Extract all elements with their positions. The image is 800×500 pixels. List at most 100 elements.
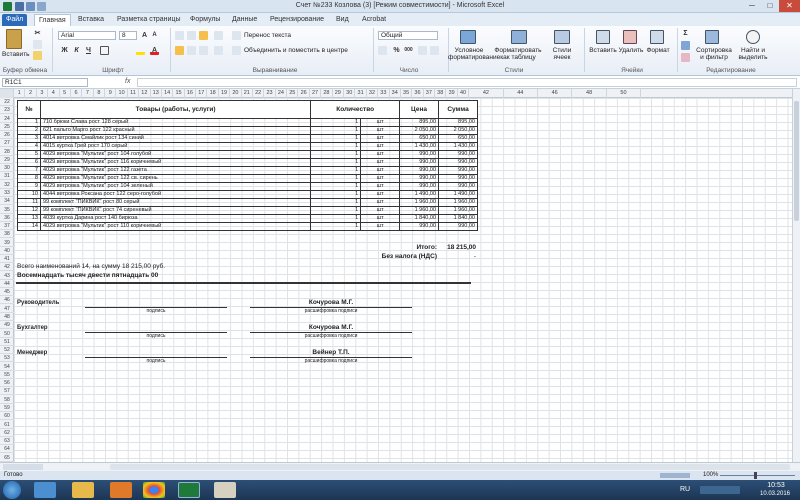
- align-left-icon[interactable]: [175, 46, 184, 55]
- column-header[interactable]: 38: [435, 89, 447, 98]
- column-header[interactable]: 1: [14, 89, 26, 98]
- tab-insert[interactable]: Вставка: [74, 14, 108, 26]
- align-top-icon[interactable]: [175, 31, 184, 40]
- grow-font-icon[interactable]: A: [140, 31, 149, 40]
- tab-acrobat[interactable]: Acrobat: [358, 14, 390, 26]
- row-header[interactable]: 47: [0, 305, 14, 313]
- column-header[interactable]: 20: [230, 89, 242, 98]
- tab-file[interactable]: Файл: [2, 14, 28, 26]
- row-header[interactable]: 61: [0, 421, 14, 429]
- row-header[interactable]: 56: [0, 379, 14, 388]
- column-header[interactable]: 33: [378, 89, 390, 98]
- zoom-level[interactable]: 100%: [703, 471, 718, 480]
- italic-button[interactable]: К: [72, 46, 81, 55]
- tab-formulas[interactable]: Формулы: [186, 14, 224, 26]
- row-header[interactable]: 30: [0, 164, 14, 173]
- format-cells-icon[interactable]: [650, 30, 664, 44]
- row-header[interactable]: 42: [0, 263, 14, 272]
- column-header[interactable]: 30: [344, 89, 356, 98]
- column-header[interactable]: 22: [253, 89, 265, 98]
- align-bottom-icon[interactable]: [199, 31, 208, 40]
- clear-icon[interactable]: [681, 53, 690, 62]
- column-header[interactable]: 7: [82, 89, 94, 98]
- cut-icon[interactable]: ✂: [33, 29, 42, 38]
- wrap-text-button[interactable]: Перенос текста: [244, 32, 291, 39]
- fx-icon[interactable]: fx: [125, 78, 130, 85]
- row-header[interactable]: 60: [0, 412, 14, 421]
- vertical-scrollbar[interactable]: [792, 89, 800, 462]
- cell-styles-icon[interactable]: [554, 30, 570, 44]
- column-header[interactable]: 5: [60, 89, 71, 98]
- explorer-icon[interactable]: [34, 482, 56, 498]
- column-header[interactable]: 23: [264, 89, 276, 98]
- column-header[interactable]: 28: [321, 89, 333, 98]
- row-header[interactable]: 44: [0, 280, 14, 288]
- media-player-icon[interactable]: [110, 482, 132, 498]
- row-header[interactable]: 35: [0, 206, 14, 214]
- column-header[interactable]: 16: [185, 89, 197, 98]
- conditional-format-icon[interactable]: [460, 30, 476, 44]
- row-header[interactable]: 50: [0, 330, 14, 338]
- row-header[interactable]: 41: [0, 255, 14, 264]
- row-header[interactable]: 62: [0, 429, 14, 437]
- close-button[interactable]: ✕: [779, 0, 800, 12]
- sheet-nav-icon[interactable]: [3, 464, 43, 470]
- tab-data[interactable]: Данные: [228, 14, 261, 26]
- column-header[interactable]: 40: [458, 89, 470, 98]
- cell-styles-button[interactable]: Стили ячеек: [546, 47, 578, 61]
- column-header[interactable]: 42: [469, 89, 504, 98]
- row-header[interactable]: 33: [0, 189, 14, 197]
- column-header[interactable]: 19: [219, 89, 231, 98]
- column-header[interactable]: 8: [94, 89, 106, 98]
- font-color-icon[interactable]: A: [150, 46, 159, 55]
- column-header[interactable]: 29: [333, 89, 344, 98]
- borders-icon[interactable]: [100, 46, 109, 55]
- row-header[interactable]: 46: [0, 296, 14, 305]
- row-header[interactable]: 40: [0, 247, 14, 255]
- column-header[interactable]: 9: [105, 89, 117, 98]
- clock-time[interactable]: 10:53: [756, 482, 796, 489]
- row-header[interactable]: 59: [0, 404, 14, 412]
- paste-button[interactable]: Вставить: [2, 51, 30, 58]
- column-header[interactable]: 32: [367, 89, 379, 98]
- row-header[interactable]: 28: [0, 148, 14, 156]
- row-header[interactable]: 25: [0, 123, 14, 131]
- tab-view[interactable]: Вид: [332, 14, 353, 26]
- currency-icon[interactable]: [378, 46, 387, 55]
- row-header[interactable]: 51: [0, 338, 14, 346]
- row-header[interactable]: 48: [0, 313, 14, 322]
- column-header[interactable]: 37: [424, 89, 436, 98]
- row-header[interactable]: 24: [0, 115, 14, 123]
- column-header[interactable]: 46: [538, 89, 573, 98]
- row-header[interactable]: 64: [0, 445, 14, 454]
- column-header[interactable]: 21: [242, 89, 253, 98]
- row-header[interactable]: 27: [0, 139, 14, 148]
- column-header[interactable]: 24: [276, 89, 288, 98]
- column-header[interactable]: 13: [151, 89, 162, 98]
- row-header[interactable]: 34: [0, 197, 14, 206]
- column-header[interactable]: 35: [401, 89, 413, 98]
- row-header[interactable]: 49: [0, 321, 14, 330]
- indent-icon[interactable]: [214, 46, 223, 55]
- name-box[interactable]: R1C1: [2, 78, 88, 87]
- formula-input[interactable]: [137, 78, 797, 87]
- autosum-icon[interactable]: Σ: [681, 29, 690, 38]
- sort-filter-button[interactable]: Сортировка и фильтр: [695, 47, 733, 61]
- tab-page-layout[interactable]: Разметка страницы: [113, 14, 185, 26]
- format-cells-button[interactable]: Формат: [645, 47, 671, 54]
- percent-icon[interactable]: %: [392, 46, 401, 55]
- thousands-icon[interactable]: 000: [404, 46, 413, 55]
- column-header[interactable]: 6: [71, 89, 83, 98]
- row-header[interactable]: 38: [0, 230, 14, 239]
- sort-filter-icon[interactable]: [705, 30, 719, 44]
- format-table-button[interactable]: Форматировать как таблицу: [492, 47, 544, 61]
- chrome-icon[interactable]: [143, 482, 165, 498]
- tab-review[interactable]: Рецензирование: [266, 14, 328, 26]
- zoom-slider[interactable]: [720, 475, 795, 476]
- insert-cells-icon[interactable]: [596, 30, 610, 44]
- decrease-decimal-icon[interactable]: [430, 46, 439, 55]
- shrink-font-icon[interactable]: A: [150, 31, 159, 40]
- row-header[interactable]: 23: [0, 106, 14, 115]
- row-header[interactable]: 52: [0, 346, 14, 355]
- align-center-icon[interactable]: [187, 46, 196, 55]
